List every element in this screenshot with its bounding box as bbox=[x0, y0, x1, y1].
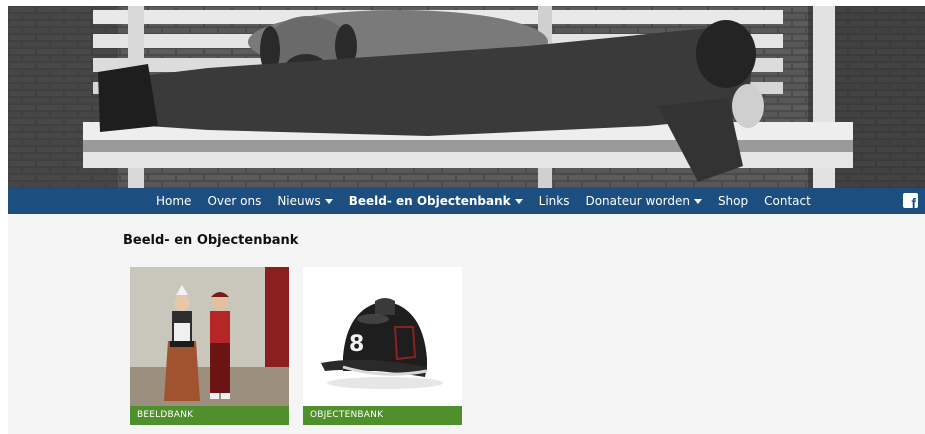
svg-text:8: 8 bbox=[349, 332, 364, 357]
nav-item-nieuws[interactable]: Nieuws bbox=[269, 188, 340, 214]
hero-banner-image bbox=[8, 6, 925, 188]
main-navigation: Home Over ons Nieuws Beeld- en Objectenb… bbox=[8, 188, 925, 214]
objectenbank-tile[interactable]: 8 OBJECTENBANK bbox=[303, 267, 462, 425]
caret-down-icon bbox=[693, 199, 702, 204]
beeldbank-tile[interactable]: BEELDBANK bbox=[130, 267, 289, 425]
nav-item-shop[interactable]: Shop bbox=[710, 188, 756, 214]
page-title: Beeld- en Objectenbank bbox=[123, 233, 299, 248]
nav-item-home[interactable]: Home bbox=[148, 188, 199, 214]
page-frame: Home Over ons Nieuws Beeld- en Objectenb… bbox=[8, 6, 925, 434]
caret-down-icon bbox=[514, 199, 523, 204]
beeldbank-label: BEELDBANK bbox=[130, 406, 289, 425]
nav-item-over-ons[interactable]: Over ons bbox=[199, 188, 269, 214]
nav-menu: Home Over ons Nieuws Beeld- en Objectenb… bbox=[148, 188, 819, 214]
facebook-icon[interactable]: f bbox=[903, 193, 918, 211]
nav-item-beeld-en-objectenbank[interactable]: Beeld- en Objectenbank bbox=[341, 188, 531, 214]
objectenbank-thumbnail: 8 bbox=[303, 267, 462, 406]
nav-item-label: Links bbox=[538, 194, 570, 208]
nav-item-label: Contact bbox=[764, 194, 811, 208]
nav-item-label: Donateur worden bbox=[585, 194, 690, 208]
nav-item-label: Beeld- en Objectenbank bbox=[348, 194, 511, 208]
nav-item-contact[interactable]: Contact bbox=[756, 188, 819, 214]
nav-item-donateur-worden[interactable]: Donateur worden bbox=[577, 188, 709, 214]
nav-item-label: Home bbox=[156, 194, 192, 208]
caret-down-icon bbox=[324, 199, 333, 204]
nav-item-links[interactable]: Links bbox=[531, 188, 578, 214]
beeldbank-thumbnail bbox=[130, 267, 289, 406]
nav-item-label: Shop bbox=[717, 194, 749, 208]
nav-item-label: Over ons bbox=[207, 194, 262, 208]
objectenbank-label: OBJECTENBANK bbox=[303, 406, 462, 425]
nav-item-label: Nieuws bbox=[277, 194, 321, 208]
facebook-glyph: f bbox=[911, 195, 916, 211]
